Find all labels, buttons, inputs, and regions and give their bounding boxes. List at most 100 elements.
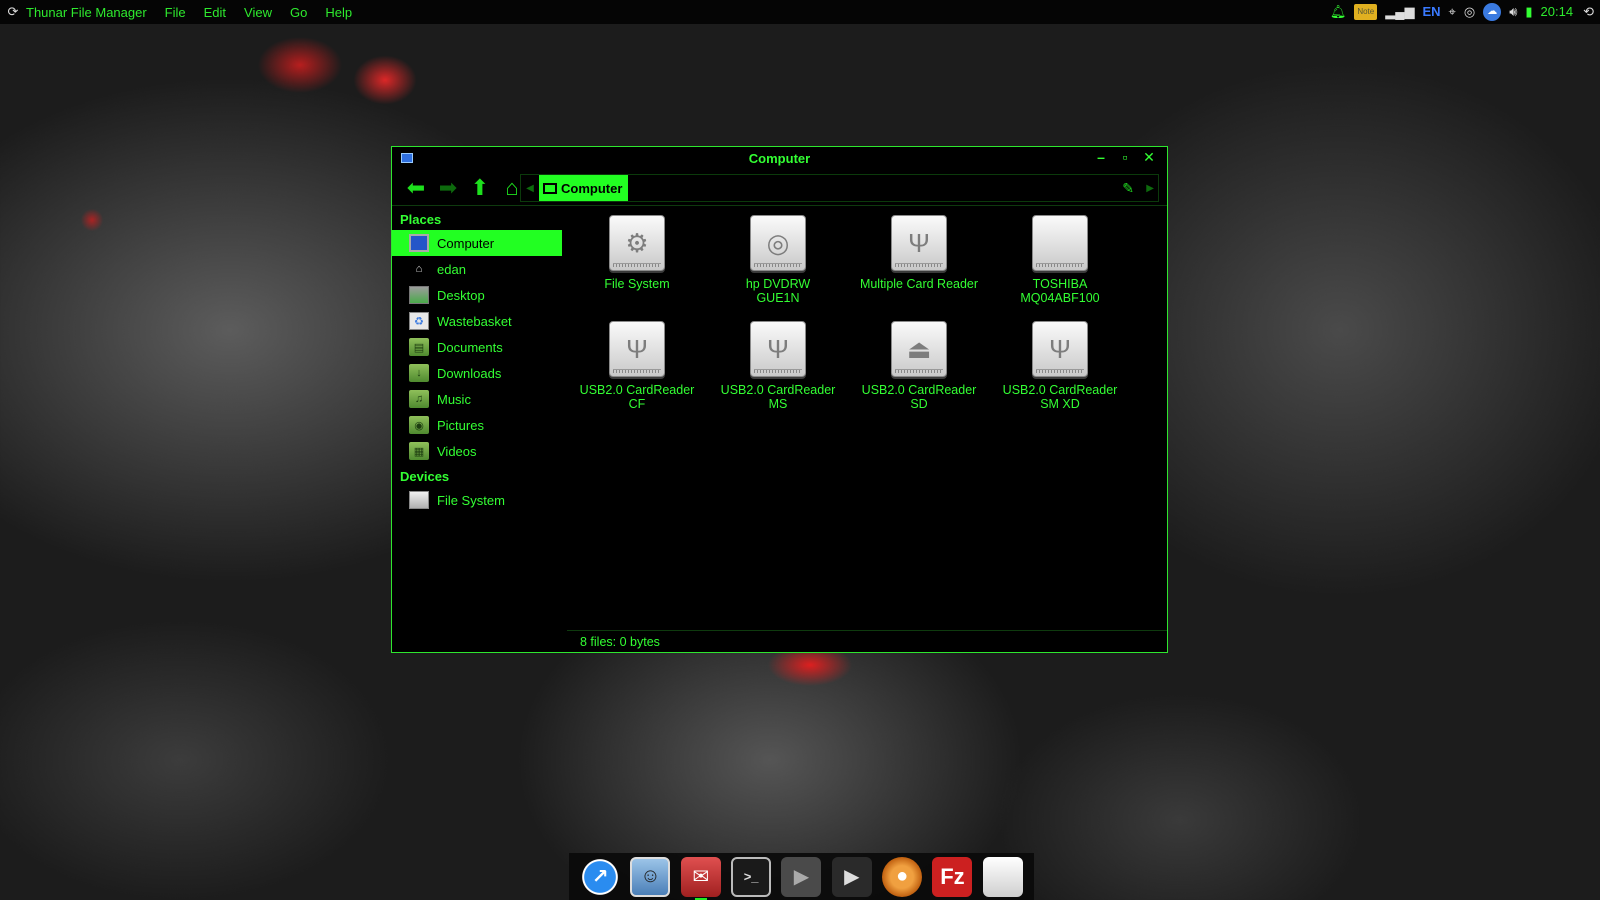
menu-help[interactable]: Help <box>325 5 352 20</box>
system-tray: 🔔︎ Note ▂▄▆ EN ⌖ ◎ ☁ 🔊︎ ▮ 20:14 ⟲ <box>1326 0 1600 24</box>
location-pin-icon[interactable]: ⌖ <box>1449 0 1456 24</box>
sidebar-item-label: Documents <box>437 339 503 355</box>
monitor-icon <box>409 234 429 252</box>
mail-icon[interactable]: ✉ <box>680 856 721 900</box>
filezilla-icon[interactable]: Fz <box>932 856 973 897</box>
places-heading: Places <box>400 212 442 227</box>
file-item-toshiba[interactable]: TOSHIBA MQ04ABF100 <box>990 215 1130 305</box>
sidebar-item-videos[interactable]: ▦ Videos <box>392 438 562 464</box>
file-label: USB2.0 CardReader SM XD <box>1002 383 1118 411</box>
edit-location-pencil-icon[interactable]: ✎ <box>1122 180 1134 197</box>
active-app-title: Thunar File Manager <box>26 4 147 20</box>
file-label: USB2.0 CardReader SD <box>861 383 977 411</box>
sidebar-item-file-system[interactable]: File System <box>392 487 562 513</box>
sidebar-item-documents[interactable]: ▤ Documents <box>392 334 562 360</box>
up-button[interactable]: ⬆︎ <box>464 174 496 202</box>
file-label: File System <box>604 277 670 291</box>
sidebar-item-pictures[interactable]: ◉ Pictures <box>392 412 562 438</box>
file-item-cardreader-cf[interactable]: Ψ USB2.0 CardReader CF <box>567 321 707 411</box>
blank-file-icon[interactable] <box>982 856 1023 897</box>
power-icon[interactable]: ⟲ <box>1583 0 1594 24</box>
arrow-up-icon: ⬆︎ <box>470 175 490 200</box>
close-button[interactable]: ✕ <box>1137 149 1161 166</box>
sidebar: Places Computer ⌂ edan Desktop ♻ Wasteba… <box>392 207 562 652</box>
file-label: TOSHIBA MQ04ABF100 <box>1020 277 1100 305</box>
path-crumb-computer[interactable]: Computer <box>539 175 629 201</box>
path-scroll-left-icon[interactable]: ◀ <box>521 183 539 194</box>
sidebar-item-desktop[interactable]: Desktop <box>392 282 562 308</box>
sidebar-item-label: Computer <box>437 235 495 251</box>
usb-drive-icon: Ψ <box>1032 321 1088 377</box>
sidebar-item-label: Wastebasket <box>437 313 512 329</box>
path-scroll-right-icon[interactable]: ▶ <box>1146 183 1154 194</box>
media-player-icon[interactable]: ▶ <box>781 856 822 897</box>
menu-view[interactable]: View <box>244 5 272 20</box>
computer-icon <box>543 182 557 194</box>
icon-view[interactable]: ⚙ File System ◎ hp DVDRW GUE1N Ψ Multipl… <box>567 207 1167 630</box>
sidebar-item-label: Desktop <box>437 287 485 303</box>
battery-icon[interactable]: ▮ <box>1525 0 1532 24</box>
notification-bell-icon[interactable]: 🔔︎ <box>1330 0 1347 24</box>
devices-heading: Devices <box>400 469 450 484</box>
video-editor-icon[interactable]: ▶ <box>831 856 872 897</box>
keyboard-layout-indicator[interactable]: EN <box>1422 0 1440 24</box>
network-signal-icon[interactable]: ▂▄▆ <box>1385 0 1414 24</box>
photo-frame-icon[interactable]: ☺ <box>630 856 671 897</box>
sidebar-item-downloads[interactable]: ↓ Downloads <box>392 360 562 386</box>
cloud-sync-icon[interactable]: ☁ <box>1483 3 1502 21</box>
window-controls: – ▫ ✕ <box>1089 149 1161 166</box>
clock[interactable]: 20:14 <box>1541 0 1574 24</box>
menu-go[interactable]: Go <box>290 5 307 20</box>
sticky-note-icon[interactable]: Note <box>1354 4 1378 20</box>
menu-file[interactable]: File <box>165 5 186 20</box>
sidebar-item-wastebasket[interactable]: ♻ Wastebasket <box>392 308 562 334</box>
sidebar-item-computer[interactable]: Computer <box>392 230 562 256</box>
back-button[interactable]: ⬅︎ <box>400 174 432 202</box>
usb-drive-icon: Ψ <box>891 215 947 271</box>
file-item-multiple-card-reader[interactable]: Ψ Multiple Card Reader <box>849 215 989 291</box>
arrow-left-icon: ⬅︎ <box>406 175 426 200</box>
file-manager-window: Computer – ▫ ✕ ⬅︎ ➡︎ ⬆︎ ⌂ ◀ Computer ✎ ▶… <box>391 146 1168 653</box>
browser-compass-icon[interactable]: ↗ <box>580 856 621 897</box>
file-label: USB2.0 CardReader CF <box>579 383 695 411</box>
file-item-file-system[interactable]: ⚙ File System <box>567 215 707 291</box>
sidebar-item-label: File System <box>437 492 505 508</box>
file-item-cardreader-smxd[interactable]: Ψ USB2.0 CardReader SM XD <box>990 321 1130 411</box>
volume-icon[interactable]: 🔊︎ <box>1509 0 1517 24</box>
downloads-folder-icon: ↓ <box>409 364 429 382</box>
minimize-button[interactable]: – <box>1089 149 1113 166</box>
file-label: Multiple Card Reader <box>859 277 979 291</box>
titlebar[interactable]: Computer – ▫ ✕ <box>392 147 1167 171</box>
file-item-cardreader-sd[interactable]: ⏏ USB2.0 CardReader SD <box>849 321 989 411</box>
terminal-icon[interactable]: >_ <box>731 856 772 897</box>
sidebar-item-music[interactable]: ♫ Music <box>392 386 562 412</box>
maximize-button[interactable]: ▫ <box>1113 149 1137 166</box>
globe-icon[interactable]: ◎ <box>1464 0 1475 24</box>
disc-burner-icon[interactable]: ● <box>882 856 923 897</box>
file-label: USB2.0 CardReader MS <box>720 383 836 411</box>
status-bar: 8 files: 0 bytes <box>567 630 1167 652</box>
menu-edit[interactable]: Edit <box>204 5 226 20</box>
sidebar-item-label: Music <box>437 391 471 407</box>
sidebar-item-label: Downloads <box>437 365 502 381</box>
documents-folder-icon: ▤ <box>409 338 429 356</box>
path-crumb-label: Computer <box>561 180 623 196</box>
sidebar-item-label: edan <box>437 261 466 277</box>
home-icon: ⌂ <box>415 263 423 275</box>
toolbar: ⬅︎ ➡︎ ⬆︎ ⌂ ◀ Computer ✎ ▶ <box>392 171 1167 205</box>
pictures-folder-icon: ◉ <box>409 416 429 434</box>
usb-drive-icon: Ψ <box>609 321 665 377</box>
gear-drive-icon: ⚙ <box>609 215 665 271</box>
home-icon: ⌂ <box>505 175 519 200</box>
optical-drive-icon: ◎ <box>750 215 806 271</box>
toolbar-separator <box>392 205 1167 206</box>
usb-drive-icon: Ψ <box>750 321 806 377</box>
music-folder-icon: ♫ <box>409 390 429 408</box>
sidebar-item-edan[interactable]: ⌂ edan <box>392 256 562 282</box>
file-item-dvdrw[interactable]: ◎ hp DVDRW GUE1N <box>708 215 848 305</box>
file-item-cardreader-ms[interactable]: Ψ USB2.0 CardReader MS <box>708 321 848 411</box>
applications-menu-icon[interactable]: ⟳ <box>0 4 26 20</box>
file-label: hp DVDRW GUE1N <box>745 277 811 305</box>
window-title: Computer <box>748 151 811 166</box>
forward-button[interactable]: ➡︎ <box>432 174 464 202</box>
